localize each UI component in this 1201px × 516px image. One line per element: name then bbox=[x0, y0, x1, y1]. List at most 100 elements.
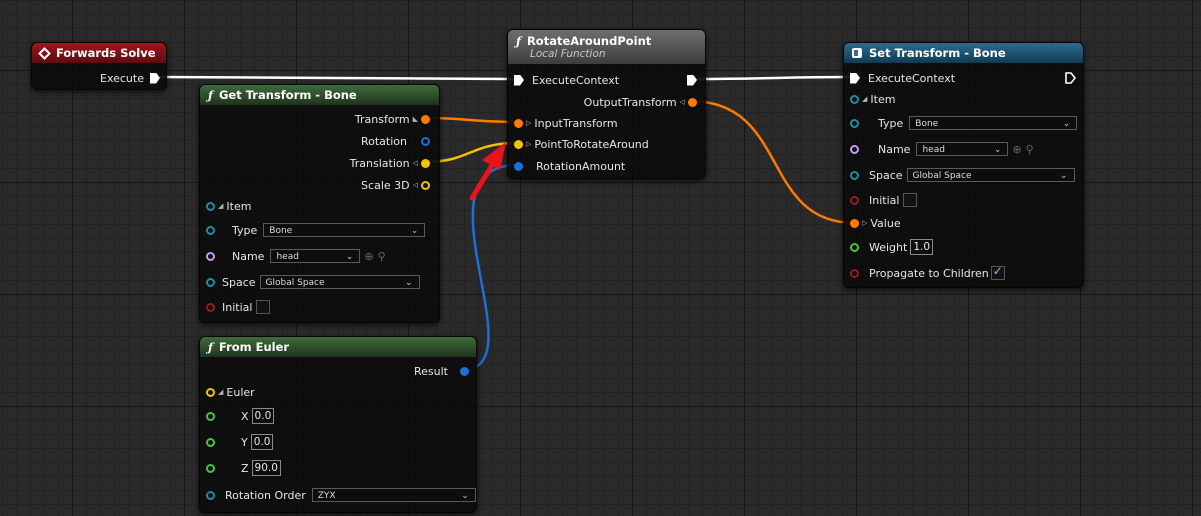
propagate-label: Propagate to Children bbox=[869, 266, 989, 280]
get-transform-header: ƒ Get Transform - Bone bbox=[200, 85, 439, 105]
get-transform-bone-node[interactable]: ƒ Get Transform - Bone Transform ◣ Rotat… bbox=[199, 84, 440, 323]
search-icon[interactable]: ⚲ bbox=[378, 250, 386, 263]
exec-output-hollow-pin[interactable] bbox=[1065, 72, 1076, 84]
weight-field[interactable]: 1.0 bbox=[910, 239, 934, 255]
item-input-pin[interactable] bbox=[850, 94, 859, 104]
chevron-down-icon: ⌄ bbox=[1062, 119, 1071, 129]
value-input-pin[interactable] bbox=[850, 218, 859, 228]
weight-label: Weight bbox=[869, 240, 908, 254]
result-label: Result bbox=[414, 364, 448, 378]
chevron-down-icon: ⌄ bbox=[345, 252, 354, 262]
chevron-down-icon: ⌄ bbox=[1059, 171, 1068, 181]
transform-wire-output-to-value[interactable] bbox=[689, 99, 856, 225]
set-transform-bone-node[interactable]: Set Transform - Bone ExecuteContext ◢ It… bbox=[843, 42, 1084, 288]
transform-output-pin[interactable] bbox=[421, 114, 430, 124]
execute-label: Execute bbox=[100, 71, 144, 85]
type-label: Type bbox=[232, 223, 258, 237]
expand-arrow-icon[interactable]: ◁ bbox=[413, 159, 418, 167]
name-input-pin[interactable] bbox=[206, 251, 215, 261]
execute-context-label: ExecuteContext bbox=[532, 73, 620, 87]
chevron-down-icon: ⌄ bbox=[410, 226, 419, 236]
exec-input-pin[interactable] bbox=[514, 74, 524, 86]
y-label: Y bbox=[241, 435, 248, 449]
item-label: Item bbox=[226, 199, 252, 213]
type-dropdown-value: Bone bbox=[915, 119, 939, 129]
space-input-pin[interactable] bbox=[206, 277, 215, 287]
x-field[interactable]: 0.0 bbox=[251, 408, 275, 424]
from-euler-node[interactable]: ƒ From Euler Result ◢ Euler X 0.0 Y 0.0 … bbox=[199, 336, 477, 513]
type-dropdown[interactable]: Bone ⌄ bbox=[909, 116, 1078, 130]
result-output-pin[interactable] bbox=[460, 366, 469, 376]
type-dropdown-value: Bone bbox=[269, 226, 293, 236]
expand-arrow-icon[interactable]: ◁ bbox=[680, 98, 685, 106]
rotation-order-input-pin[interactable] bbox=[206, 490, 215, 500]
propagate-input-pin[interactable] bbox=[850, 268, 859, 278]
initial-input-pin[interactable] bbox=[850, 195, 859, 205]
expand-arrow-icon[interactable]: ▷ bbox=[862, 219, 867, 227]
y-input-pin[interactable] bbox=[206, 437, 215, 447]
space-dropdown[interactable]: Global Space ⌄ bbox=[259, 275, 420, 289]
initial-checkbox[interactable] bbox=[903, 193, 918, 207]
expand-arrow-icon[interactable]: ◣ bbox=[413, 115, 418, 123]
rotation-order-dropdown[interactable]: ZYX ⌄ bbox=[311, 488, 476, 502]
collapse-arrow-icon[interactable]: ◢ bbox=[218, 202, 223, 210]
type-dropdown[interactable]: Bone ⌄ bbox=[263, 223, 426, 237]
space-dropdown[interactable]: Global Space ⌄ bbox=[906, 168, 1075, 182]
node-title: Get Transform - Bone bbox=[218, 88, 357, 102]
type-input-pin[interactable] bbox=[206, 225, 215, 235]
input-transform-pin[interactable] bbox=[514, 118, 523, 128]
translation-output-pin[interactable] bbox=[421, 158, 430, 168]
rotation-output-pin[interactable] bbox=[421, 136, 430, 146]
from-euler-header: ƒ From Euler bbox=[200, 337, 476, 357]
exec-output-pin[interactable] bbox=[150, 72, 160, 84]
rotate-around-point-node[interactable]: ƒ RotateAroundPoint Local Function Execut… bbox=[507, 29, 706, 179]
forwards-solve-node[interactable]: Forwards Solve Execute bbox=[31, 42, 167, 90]
browse-circle-icon[interactable]: ⊕ bbox=[364, 250, 373, 263]
node-title: Set Transform - Bone bbox=[869, 46, 1006, 60]
point-to-rotate-pin[interactable] bbox=[514, 139, 523, 149]
search-icon[interactable]: ⚲ bbox=[1026, 143, 1034, 156]
collapse-arrow-icon[interactable]: ◢ bbox=[862, 95, 867, 103]
initial-input-pin[interactable] bbox=[206, 302, 215, 312]
expand-arrow-icon[interactable]: ◁ bbox=[413, 181, 418, 189]
exec-wire-rotate-to-set[interactable] bbox=[695, 75, 854, 81]
x-input-pin[interactable] bbox=[206, 411, 215, 421]
chevron-down-icon: ⌄ bbox=[461, 491, 469, 501]
rotation-order-value: ZYX bbox=[317, 491, 336, 501]
collapse-arrow-icon[interactable]: ◢ bbox=[218, 388, 223, 396]
output-transform-pin[interactable] bbox=[688, 97, 697, 107]
space-input-pin[interactable] bbox=[850, 170, 859, 180]
y-field[interactable]: 0.0 bbox=[250, 434, 274, 450]
set-node-icon bbox=[852, 48, 862, 58]
scale-output-pin[interactable] bbox=[421, 180, 430, 190]
initial-checkbox[interactable] bbox=[256, 300, 271, 314]
annotation-arrow-head bbox=[482, 142, 506, 170]
exec-input-pin[interactable] bbox=[850, 72, 860, 84]
type-input-pin[interactable] bbox=[850, 118, 859, 128]
z-input-pin[interactable] bbox=[206, 463, 215, 473]
exec-output-pin[interactable] bbox=[687, 74, 697, 86]
point-to-rotate-label: PointToRotateAround bbox=[534, 137, 649, 151]
exec-wire-forwards-to-rotate[interactable] bbox=[159, 75, 515, 81]
browse-circle-icon[interactable]: ⊕ bbox=[1012, 143, 1021, 156]
weight-input-pin[interactable] bbox=[850, 242, 859, 252]
set-transform-header: Set Transform - Bone bbox=[844, 43, 1083, 63]
name-dropdown[interactable]: head ⌄ bbox=[270, 249, 361, 263]
name-input-pin[interactable] bbox=[850, 144, 859, 154]
euler-input-pin[interactable] bbox=[206, 387, 215, 397]
item-input-pin[interactable] bbox=[206, 201, 215, 211]
expand-arrow-icon[interactable]: ▷ bbox=[526, 119, 531, 127]
space-label: Space bbox=[869, 168, 903, 182]
value-label: Value bbox=[870, 216, 901, 230]
z-label: Z bbox=[241, 461, 249, 475]
type-label: Type bbox=[878, 116, 904, 130]
node-title: RotateAroundPoint bbox=[526, 34, 652, 48]
propagate-checkbox[interactable] bbox=[990, 264, 1005, 280]
translation-output-label: Translation bbox=[349, 156, 410, 170]
space-label: Space bbox=[222, 275, 256, 289]
expand-arrow-icon[interactable]: ▷ bbox=[526, 140, 531, 148]
annotation-arrow-shaft bbox=[469, 159, 497, 201]
name-dropdown[interactable]: head ⌄ bbox=[916, 142, 1009, 156]
rotation-amount-pin[interactable] bbox=[514, 161, 523, 171]
z-field[interactable]: 90.0 bbox=[251, 460, 281, 476]
